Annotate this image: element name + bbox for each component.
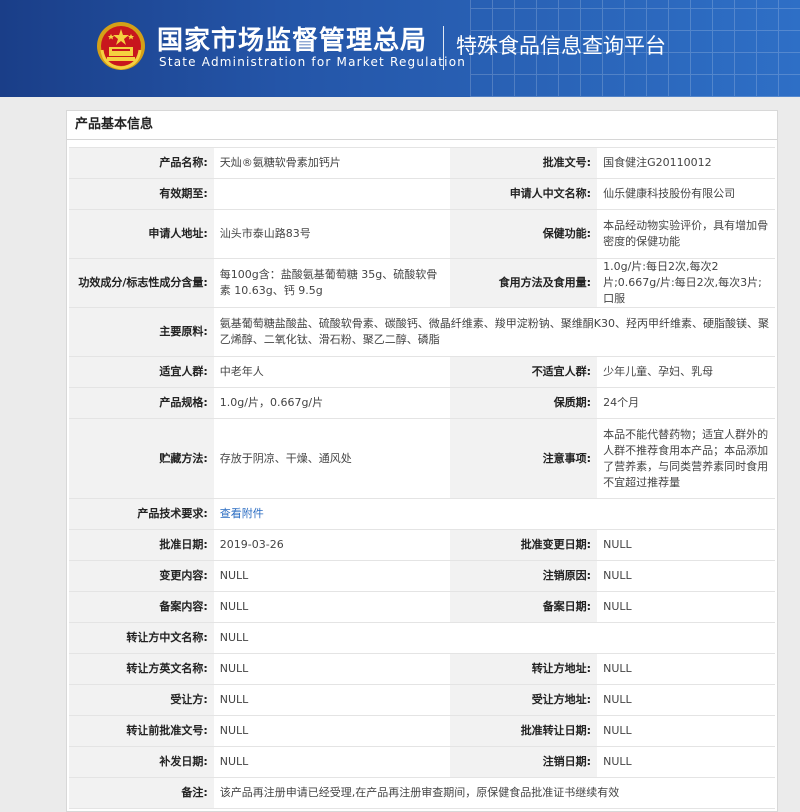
- table-row: 产品规格: 1.0g/片，0.667g/片 保质期: 24个月: [69, 387, 775, 419]
- field-label: 功效成分/标志性成分含量:: [69, 258, 214, 308]
- record-date-value: NULL: [597, 591, 775, 623]
- table-row: 有效期至: 申请人中文名称: 仙乐健康科技股份有限公司: [69, 178, 775, 210]
- table-row: 备案内容: NULL 备案日期: NULL: [69, 591, 775, 623]
- table-row: 备注: 该产品再注册申请已经受理,在产品再注册审查期间，原保健食品批准证书继续有…: [69, 777, 775, 809]
- field-label: 批准文号:: [449, 147, 598, 179]
- field-label: 主要原料:: [69, 307, 214, 357]
- applicant-cn-value: 仙乐健康科技股份有限公司: [597, 178, 775, 210]
- view-attachment-link[interactable]: 查看附件: [220, 507, 264, 520]
- cancel-reason-value: NULL: [597, 560, 775, 592]
- table-row: 批准日期: 2019-03-26 批准变更日期: NULL: [69, 529, 775, 561]
- tech-requirements-cell: 查看附件: [213, 498, 775, 530]
- site-header: 国家市场监督管理总局 State Administration for Mark…: [0, 0, 800, 97]
- ingredients-content-value: 每100g含：盐酸氨基葡萄糖 35g、硫酸软骨素 10.63g、钙 9.5g: [213, 258, 450, 308]
- agency-title-en: State Administration for Market Regulati…: [159, 55, 467, 69]
- remarks-value: 该产品再注册申请已经受理,在产品再注册审查期间，原保健食品批准证书继续有效: [213, 777, 775, 809]
- table-row: 变更内容: NULL 注销原因: NULL: [69, 560, 775, 592]
- field-label: 转让前批准文号:: [69, 715, 214, 747]
- product-info-panel: 产品基本信息 产品名称: 天灿®氨糖软骨素加钙片 批准文号: 国食健注G2011…: [66, 110, 778, 812]
- field-label: 产品名称:: [69, 147, 214, 179]
- approval-no-value: 国食健注G20110012: [597, 147, 775, 179]
- product-info-table: 产品名称: 天灿®氨糖软骨素加钙片 批准文号: 国食健注G20110012 有效…: [69, 147, 775, 809]
- transferee-addr-value: NULL: [597, 684, 775, 716]
- field-label: 受让方:: [69, 684, 214, 716]
- transfer-approval-date-value: NULL: [597, 715, 775, 747]
- field-label: 食用方法及食用量:: [449, 258, 598, 308]
- pre-transfer-no-value: NULL: [213, 715, 450, 747]
- dosage-value: 1.0g/片:每日2次,每次2片;0.667g/片:每日2次,每次3片;口服: [597, 258, 775, 308]
- table-row: 申请人地址: 汕头市泰山路83号 保健功能: 本品经动物实验评价，具有增加骨密度…: [69, 209, 775, 259]
- field-label: 产品规格:: [69, 387, 214, 419]
- field-label: 申请人中文名称:: [449, 178, 598, 210]
- national-emblem-icon: [97, 22, 145, 70]
- spec-value: 1.0g/片，0.667g/片: [213, 387, 450, 419]
- transferor-en-value: NULL: [213, 653, 450, 685]
- notes-value: 本品不能代替药物；适宜人群外的人群不推荐食用本产品；本品添加了营养素，与同类营养…: [597, 418, 775, 499]
- table-row: 贮藏方法: 存放于阴凉、干燥、通风处 注意事项: 本品不能代替药物；适宜人群外的…: [69, 418, 775, 499]
- unsuitable-people-value: 少年儿童、孕妇、乳母: [597, 356, 775, 388]
- field-label: 备注:: [69, 777, 214, 809]
- field-label: 不适宜人群:: [449, 356, 598, 388]
- field-label: 批准变更日期:: [449, 529, 598, 561]
- field-label: 注销原因:: [449, 560, 598, 592]
- field-label: 备案日期:: [449, 591, 598, 623]
- shelf-life-value: 24个月: [597, 387, 775, 419]
- platform-title: 特殊食品信息查询平台: [456, 34, 666, 58]
- storage-value: 存放于阴凉、干燥、通风处: [213, 418, 450, 499]
- field-label: 注意事项:: [449, 418, 598, 499]
- field-label: 备案内容:: [69, 591, 214, 623]
- field-label: 保健功能:: [449, 209, 598, 259]
- field-label: 适宜人群:: [69, 356, 214, 388]
- cancel-date-value: NULL: [597, 746, 775, 778]
- field-label: 注销日期:: [449, 746, 598, 778]
- valid-until-value: [213, 178, 450, 210]
- field-label: 申请人地址:: [69, 209, 214, 259]
- reissue-date-value: NULL: [213, 746, 450, 778]
- approval-date-value: 2019-03-26: [213, 529, 450, 561]
- title-divider: [443, 26, 444, 70]
- field-label: 转让方中文名称:: [69, 622, 214, 654]
- applicant-addr-value: 汕头市泰山路83号: [213, 209, 450, 259]
- field-label: 保质期:: [449, 387, 598, 419]
- approval-change-date-value: NULL: [597, 529, 775, 561]
- change-content-value: NULL: [213, 560, 450, 592]
- field-label: 转让方英文名称:: [69, 653, 214, 685]
- table-row: 转让方英文名称: NULL 转让方地址: NULL: [69, 653, 775, 685]
- table-row: 主要原料: 氨基葡萄糖盐酸盐、硫酸软骨素、碳酸钙、微晶纤维素、羧甲淀粉钠、聚维酮…: [69, 307, 775, 357]
- agency-title-cn: 国家市场监督管理总局: [157, 26, 428, 56]
- field-label: 有效期至:: [69, 178, 214, 210]
- table-row: 适宜人群: 中老年人 不适宜人群: 少年儿童、孕妇、乳母: [69, 356, 775, 388]
- table-row: 受让方: NULL 受让方地址: NULL: [69, 684, 775, 716]
- field-label: 贮藏方法:: [69, 418, 214, 499]
- transferor-cn-value: NULL: [213, 622, 775, 654]
- table-row: 转让方中文名称: NULL: [69, 622, 775, 654]
- field-label: 受让方地址:: [449, 684, 598, 716]
- table-row: 转让前批准文号: NULL 批准转让日期: NULL: [69, 715, 775, 747]
- transferee-value: NULL: [213, 684, 450, 716]
- field-label: 补发日期:: [69, 746, 214, 778]
- field-label: 变更内容:: [69, 560, 214, 592]
- panel-title: 产品基本信息: [67, 111, 777, 140]
- table-row: 功效成分/标志性成分含量: 每100g含：盐酸氨基葡萄糖 35g、硫酸软骨素 1…: [69, 258, 775, 308]
- table-row: 补发日期: NULL 注销日期: NULL: [69, 746, 775, 778]
- main-materials-value: 氨基葡萄糖盐酸盐、硫酸软骨素、碳酸钙、微晶纤维素、羧甲淀粉钠、聚维酮K30、羟丙…: [213, 307, 775, 357]
- field-label: 批准日期:: [69, 529, 214, 561]
- field-label: 转让方地址:: [449, 653, 598, 685]
- transferor-addr-value: NULL: [597, 653, 775, 685]
- field-label: 批准转让日期:: [449, 715, 598, 747]
- field-label: 产品技术要求:: [69, 498, 214, 530]
- table-row: 产品名称: 天灿®氨糖软骨素加钙片 批准文号: 国食健注G20110012: [69, 147, 775, 179]
- suitable-people-value: 中老年人: [213, 356, 450, 388]
- table-row: 产品技术要求: 查看附件: [69, 498, 775, 530]
- product-name-value: 天灿®氨糖软骨素加钙片: [213, 147, 450, 179]
- health-function-value: 本品经动物实验评价，具有增加骨密度的保健功能: [597, 209, 775, 259]
- record-content-value: NULL: [213, 591, 450, 623]
